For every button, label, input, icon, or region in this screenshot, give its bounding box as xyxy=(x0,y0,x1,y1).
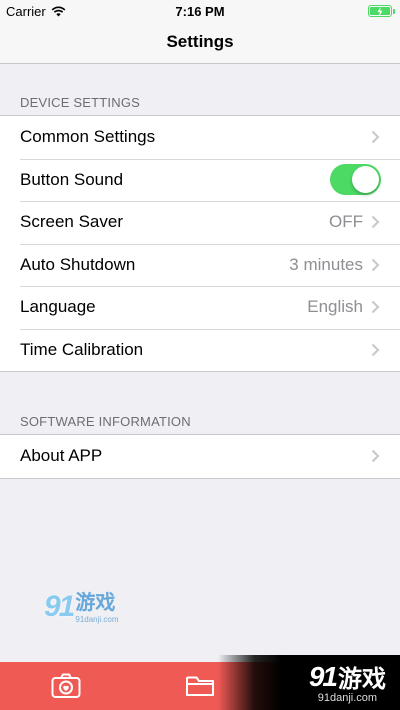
toggle-knob xyxy=(352,166,379,194)
chevron-right-icon xyxy=(371,301,380,314)
row-label: Auto Shutdown xyxy=(20,254,136,274)
camera-icon[interactable] xyxy=(51,673,81,699)
watermark-number: 91 xyxy=(44,590,75,623)
navigation-bar: Settings xyxy=(0,22,400,64)
row-value: OFF xyxy=(329,212,363,232)
brand-url: 91danji.com xyxy=(317,692,378,704)
chevron-right-icon xyxy=(371,258,380,271)
row-common-settings[interactable]: Common Settings xyxy=(0,116,400,159)
row-label: Button Sound xyxy=(20,169,124,189)
battery-icon xyxy=(368,5,395,17)
page-title: Settings xyxy=(166,32,234,51)
row-button-sound: Button Sound xyxy=(0,158,400,202)
row-value: 3 minutes xyxy=(289,254,363,274)
brand-watermark: 91 游戏 91danji.com xyxy=(218,655,400,710)
row-value: English xyxy=(307,297,363,317)
row-auto-shutdown[interactable]: Auto Shutdown 3 minutes xyxy=(0,243,400,287)
row-label: Common Settings xyxy=(20,127,156,147)
section-header-device-settings: DEVICE SETTINGS xyxy=(20,95,141,110)
software-information-group: About APP xyxy=(0,434,400,479)
row-label: Language xyxy=(20,297,96,317)
button-sound-toggle[interactable] xyxy=(330,164,381,196)
folder-icon[interactable] xyxy=(185,673,215,699)
row-time-calibration[interactable]: Time Calibration xyxy=(0,328,400,372)
chevron-right-icon xyxy=(371,343,380,356)
watermark-text: 游戏 xyxy=(75,592,116,614)
chevron-right-icon xyxy=(371,450,380,463)
charging-bolt-icon xyxy=(377,6,383,16)
chevron-right-icon xyxy=(371,131,380,144)
watermark-url: 91danji.com xyxy=(75,615,119,624)
brand-text: 游戏 xyxy=(338,666,386,693)
status-time: 7:16 PM xyxy=(175,4,225,19)
section-header-software-information: SOFTWARE INFORMATION xyxy=(20,414,191,429)
row-language[interactable]: Language English xyxy=(0,286,400,329)
row-label: Screen Saver xyxy=(20,212,123,232)
row-label: Time Calibration xyxy=(20,339,144,359)
device-settings-group: Common Settings Button Sound Screen Save… xyxy=(0,115,400,372)
status-bar: Carrier 7:16 PM xyxy=(0,0,400,22)
chevron-right-icon xyxy=(371,216,380,229)
row-screen-saver[interactable]: Screen Saver OFF xyxy=(0,201,400,244)
row-label: About APP xyxy=(20,446,103,466)
brand-number: 91 xyxy=(308,660,338,692)
row-about-app[interactable]: About APP xyxy=(0,435,400,478)
watermark-logo: 91 游戏 91danji.com xyxy=(44,586,119,624)
